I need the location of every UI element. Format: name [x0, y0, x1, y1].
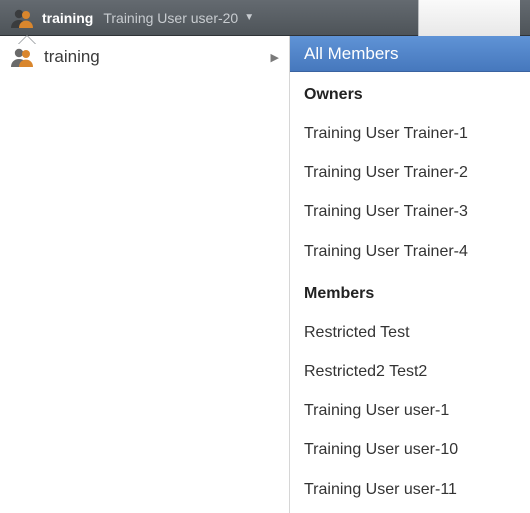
- group-column: training ▶: [0, 36, 290, 513]
- section-header: Members: [290, 271, 530, 313]
- current-user-label: Training User user-20: [103, 10, 238, 26]
- member-item[interactable]: Training User user-11: [290, 470, 530, 509]
- group-icon: [10, 47, 36, 67]
- breadcrumb-pointer-icon: [18, 36, 36, 45]
- member-item[interactable]: Training User Trainer-2: [290, 153, 530, 192]
- member-item[interactable]: Training User user-1: [290, 391, 530, 430]
- all-members-header[interactable]: All Members: [290, 36, 530, 72]
- group-icon: [10, 8, 36, 28]
- group-name[interactable]: training: [42, 10, 93, 26]
- member-item[interactable]: Training User user-10: [290, 430, 530, 469]
- columns-container: training▶ All Members OwnersTraining Use…: [0, 36, 530, 513]
- top-bar: training Training User user-20 ▼: [0, 0, 530, 36]
- member-item[interactable]: Restricted2 Test2: [290, 352, 530, 391]
- user-menu-caret-icon[interactable]: ▼: [244, 12, 254, 23]
- sidebar-item-label: training: [44, 47, 100, 67]
- member-item[interactable]: Training User user-12: [290, 509, 530, 513]
- members-column: All Members OwnersTraining User Trainer-…: [290, 36, 530, 513]
- chevron-right-icon: ▶: [271, 51, 279, 64]
- member-item[interactable]: Training User Trainer-3: [290, 192, 530, 231]
- member-item[interactable]: Training User Trainer-4: [290, 232, 530, 271]
- member-item[interactable]: Restricted Test: [290, 313, 530, 352]
- section-header: Owners: [290, 72, 530, 114]
- sidebar-item-training[interactable]: training ▶: [0, 36, 289, 78]
- header-tab-blank[interactable]: [418, 0, 520, 36]
- member-item[interactable]: Training User Trainer-1: [290, 114, 530, 153]
